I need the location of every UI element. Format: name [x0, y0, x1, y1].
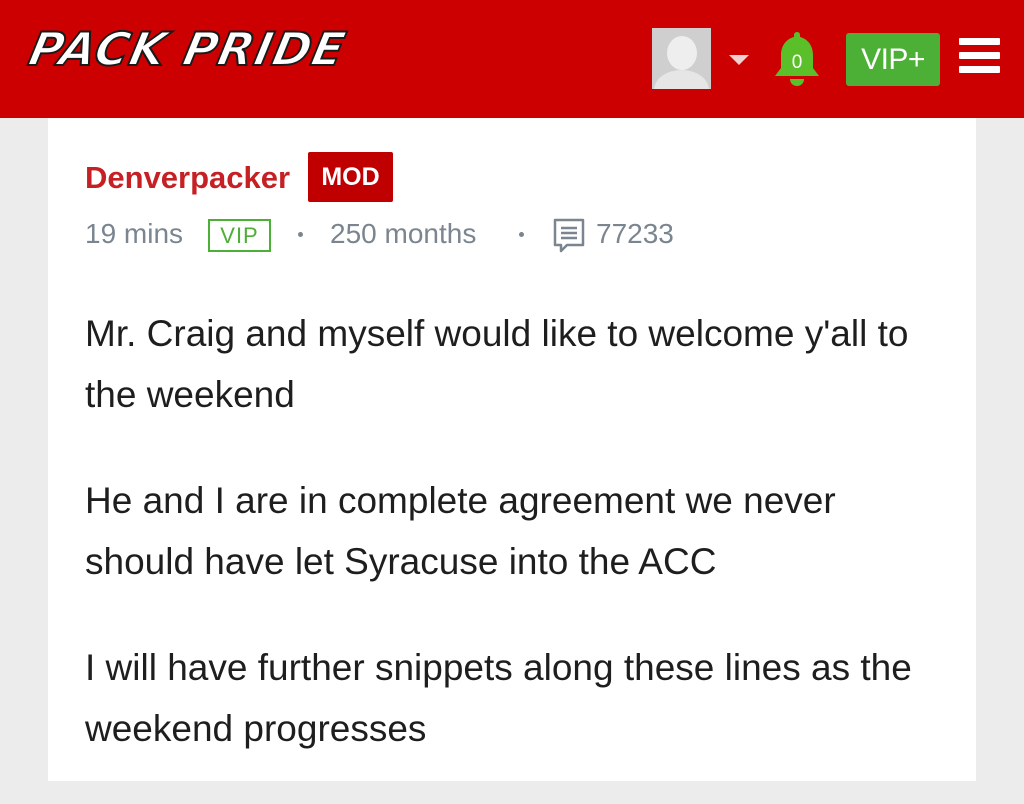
menu-bar-bottom	[959, 66, 1000, 73]
member-duration: 250 months	[330, 218, 477, 249]
post-paragraph: He and I are in complete agreement we ne…	[85, 480, 836, 582]
menu-icon[interactable]	[959, 38, 1000, 74]
menu-bar-middle	[959, 52, 1000, 59]
site-header: PACK PRIDE 0 VIP+	[0, 0, 1024, 118]
separator-dot	[519, 232, 524, 237]
user-avatar[interactable]	[652, 28, 711, 89]
site-logo[interactable]: PACK PRIDE	[23, 21, 351, 77]
post-body: Mr. Craig and myself would like to welco…	[85, 303, 945, 804]
chevron-down-icon[interactable]	[729, 55, 749, 65]
vip-plus-button[interactable]: VIP+	[846, 33, 940, 86]
vip-badge: VIP	[208, 219, 271, 252]
separator-dot	[298, 232, 303, 237]
post-timestamp[interactable]: 19 mins	[85, 214, 183, 254]
post-paragraph: I will have further snippets along these…	[85, 647, 912, 749]
notifications-button[interactable]: 0	[773, 30, 821, 88]
avatar-body-shape	[654, 70, 709, 89]
menu-bar-top	[959, 38, 1000, 45]
post-card: Denverpacker MOD 19 mins VIP 250 months …	[48, 118, 976, 781]
notification-count: 0	[791, 52, 803, 73]
posts-icon	[553, 218, 585, 253]
avatar-head-shape	[667, 36, 697, 70]
post-paragraph: Mr. Craig and myself would like to welco…	[85, 313, 909, 415]
post-count: 77233	[596, 218, 674, 249]
post-author[interactable]: Denverpacker	[85, 160, 290, 196]
mod-badge: MOD	[308, 152, 393, 202]
